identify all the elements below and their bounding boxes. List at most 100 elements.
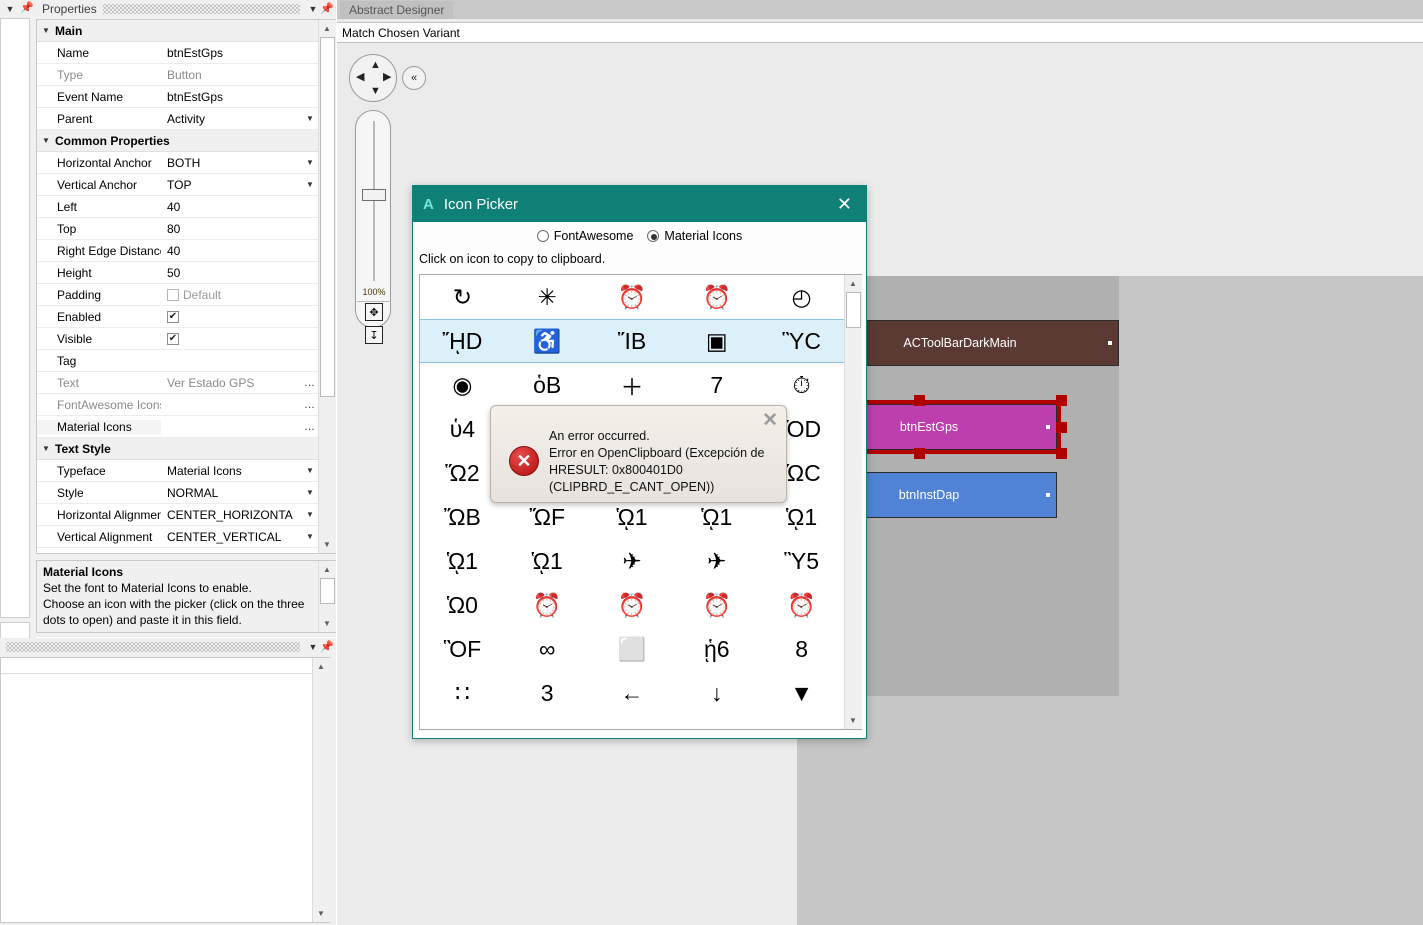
pan-directional-icon[interactable]: ▲ ▼ ◀ ▶ — [349, 54, 397, 102]
arrow-drop-down-icon[interactable]: ▼ — [759, 671, 844, 715]
scroll-down-icon[interactable]: ▼ — [319, 615, 336, 632]
airplanemode-inactive-icon[interactable]: ✈ — [674, 539, 759, 583]
pin-icon[interactable]: 📌 — [320, 2, 334, 16]
property-category[interactable]: ▼ Main — [37, 20, 318, 42]
resize-handle-right[interactable] — [1056, 422, 1067, 433]
airline-seat-recline-normal-icon[interactable]: ᾩ1 — [505, 539, 590, 583]
arrow-downward-icon[interactable]: ↓ — [674, 671, 759, 715]
alarm-off-icon[interactable]: ⏰ — [674, 583, 759, 627]
property-value[interactable]: btnEstGps — [161, 90, 318, 104]
variant-bar[interactable]: Match Chosen Variant — [337, 22, 1423, 43]
accessible-icon[interactable]: ♿ — [505, 319, 590, 363]
resize-handle-top-right[interactable] — [1056, 395, 1067, 406]
chevron-down-icon[interactable]: ▼ — [302, 466, 318, 475]
scroll-down-icon[interactable]: ▼ — [319, 536, 336, 553]
add-icon[interactable]: ＋ — [590, 363, 675, 407]
scroll-up-icon[interactable]: ▲ — [313, 658, 330, 675]
chevron-down-icon[interactable]: ▼ — [302, 510, 318, 519]
pin-icon[interactable]: 📌 — [320, 640, 334, 654]
alarm-on-icon[interactable]: ⏰ — [759, 583, 844, 627]
account-circle-icon[interactable]: ◉ — [420, 363, 505, 407]
scrollbar-track[interactable] — [845, 292, 862, 712]
pin-icon[interactable]: 📌 — [20, 2, 34, 16]
property-row[interactable]: Horizontal Alignment CENTER_HORIZONTA ▼ — [37, 504, 318, 526]
property-value[interactable]: Ver Estado GPS… — [161, 376, 318, 390]
android-icon[interactable]: ᾑ6 — [674, 627, 759, 671]
property-value[interactable]: ✔ — [161, 333, 318, 345]
property-row[interactable]: Height 50 — [37, 262, 318, 284]
scroll-down-icon[interactable]: ▼ — [313, 905, 330, 922]
icon-font-radio-group[interactable]: FontAwesome Material Icons — [413, 222, 866, 250]
add-a-photo-icon[interactable]: ὏7 — [674, 363, 759, 407]
chevron-down-icon[interactable]: ▼ — [306, 2, 320, 16]
double-chevron-left-icon[interactable]: « — [402, 66, 426, 90]
add-alarm-icon[interactable]: ⏱ — [759, 363, 844, 407]
property-value[interactable]: btnEstGps — [161, 46, 318, 60]
accessibility-icon[interactable]: ᾜD — [420, 319, 505, 363]
radio-dot-selected-icon[interactable] — [647, 230, 659, 242]
radio-dot-icon[interactable] — [537, 230, 549, 242]
scroll-down-icon[interactable]: ▼ — [845, 712, 862, 729]
alarm-add-icon[interactable]: ⏰ — [590, 583, 675, 627]
access-time-icon[interactable]: ◴ — [759, 275, 844, 319]
expand-triangle-icon[interactable]: ▼ — [42, 136, 51, 145]
alarm-icon[interactable]: ⏰ — [505, 583, 590, 627]
scroll-up-icon[interactable]: ▲ — [319, 561, 336, 578]
adb-icon[interactable]: ὁB — [505, 363, 590, 407]
scrollbar-thumb[interactable] — [320, 37, 335, 397]
checkbox-icon[interactable] — [167, 289, 179, 301]
3d-rotation-icon[interactable]: ↻ — [420, 275, 505, 319]
apps-icon[interactable]: ∷ — [420, 671, 505, 715]
icon-grid-scrollbar[interactable]: ▲ ▼ — [844, 275, 861, 729]
property-row[interactable]: Typeface Material Icons ▼ — [37, 460, 318, 482]
radio-fontawesome[interactable]: FontAwesome — [537, 229, 634, 243]
property-value[interactable]: CENTER_HORIZONTA ▼ — [161, 508, 318, 522]
chevron-down-icon[interactable]: ▼ — [302, 114, 318, 123]
pan-left-icon[interactable]: ◀ — [356, 72, 364, 83]
property-row[interactable]: Style NORMAL ▼ — [37, 482, 318, 504]
property-value[interactable]: BOTH ▼ — [161, 156, 318, 170]
scroll-up-icon[interactable]: ▲ — [319, 20, 336, 37]
description-scrollbar[interactable]: ▲ ▼ — [318, 561, 335, 632]
ellipsis-button[interactable]: … — [302, 379, 318, 387]
property-row[interactable]: Event Name btnEstGps — [37, 86, 318, 108]
arrow-back-icon[interactable]: ← — [590, 671, 675, 715]
zoom-slider-thumb[interactable] — [362, 189, 386, 201]
checkbox-icon[interactable]: ✔ — [167, 311, 179, 323]
property-row[interactable]: Vertical Alignment CENTER_VERTICAL ▼ — [37, 526, 318, 548]
radio-material-icons[interactable]: Material Icons — [647, 229, 742, 243]
account-box-icon[interactable]: ὛC — [759, 319, 844, 363]
pan-right-icon[interactable]: ▶ — [383, 72, 391, 83]
checkbox-icon[interactable]: ✔ — [167, 333, 179, 345]
album-icon[interactable]: ὋF — [420, 627, 505, 671]
property-value[interactable]: ✔ — [161, 311, 318, 323]
resize-handle-bottom-right[interactable] — [1056, 448, 1067, 459]
ellipsis-button[interactable]: … — [302, 423, 318, 431]
property-row[interactable]: Parent Activity ▼ — [37, 108, 318, 130]
chevron-down-icon[interactable]: ▼ — [302, 180, 318, 189]
account-balance-icon[interactable]: ἽB — [590, 319, 675, 363]
properties-scrollbar[interactable]: ▲ ▼ — [318, 20, 335, 553]
scrollbar-track[interactable] — [319, 37, 336, 536]
lower-panel-scrollbar[interactable]: ▲ ▼ — [312, 658, 329, 922]
chevron-down-icon[interactable]: ▼ — [3, 2, 17, 16]
property-row[interactable]: Top 80 — [37, 218, 318, 240]
property-value[interactable]: Activity ▼ — [161, 112, 318, 126]
property-row[interactable]: Type Button — [37, 64, 318, 86]
chevron-down-icon[interactable]: ▼ — [306, 640, 320, 654]
property-value[interactable]: 50 — [161, 266, 318, 280]
property-value[interactable]: TOP ▼ — [161, 178, 318, 192]
properties-grid[interactable]: ▼ Main Name btnEstGps Type Button Event Name bt… — [36, 19, 336, 554]
property-row[interactable]: Padding Default — [37, 284, 318, 306]
archive-icon[interactable]: ὜3 — [505, 671, 590, 715]
property-row[interactable]: Horizontal Anchor BOTH ▼ — [37, 152, 318, 174]
property-row[interactable]: Text Ver Estado GPS… — [37, 372, 318, 394]
all-out-icon[interactable]: ⬜ — [590, 627, 675, 671]
airplanemode-active-icon[interactable]: ✈ — [590, 539, 675, 583]
property-row[interactable]: Left 40 — [37, 196, 318, 218]
scrollbar-track[interactable] — [313, 675, 330, 905]
tab-abstract-designer[interactable]: Abstract Designer — [340, 1, 453, 19]
property-value[interactable]: … — [161, 401, 318, 409]
property-value[interactable]: … — [161, 423, 318, 431]
scrollbar-track[interactable] — [319, 578, 336, 615]
